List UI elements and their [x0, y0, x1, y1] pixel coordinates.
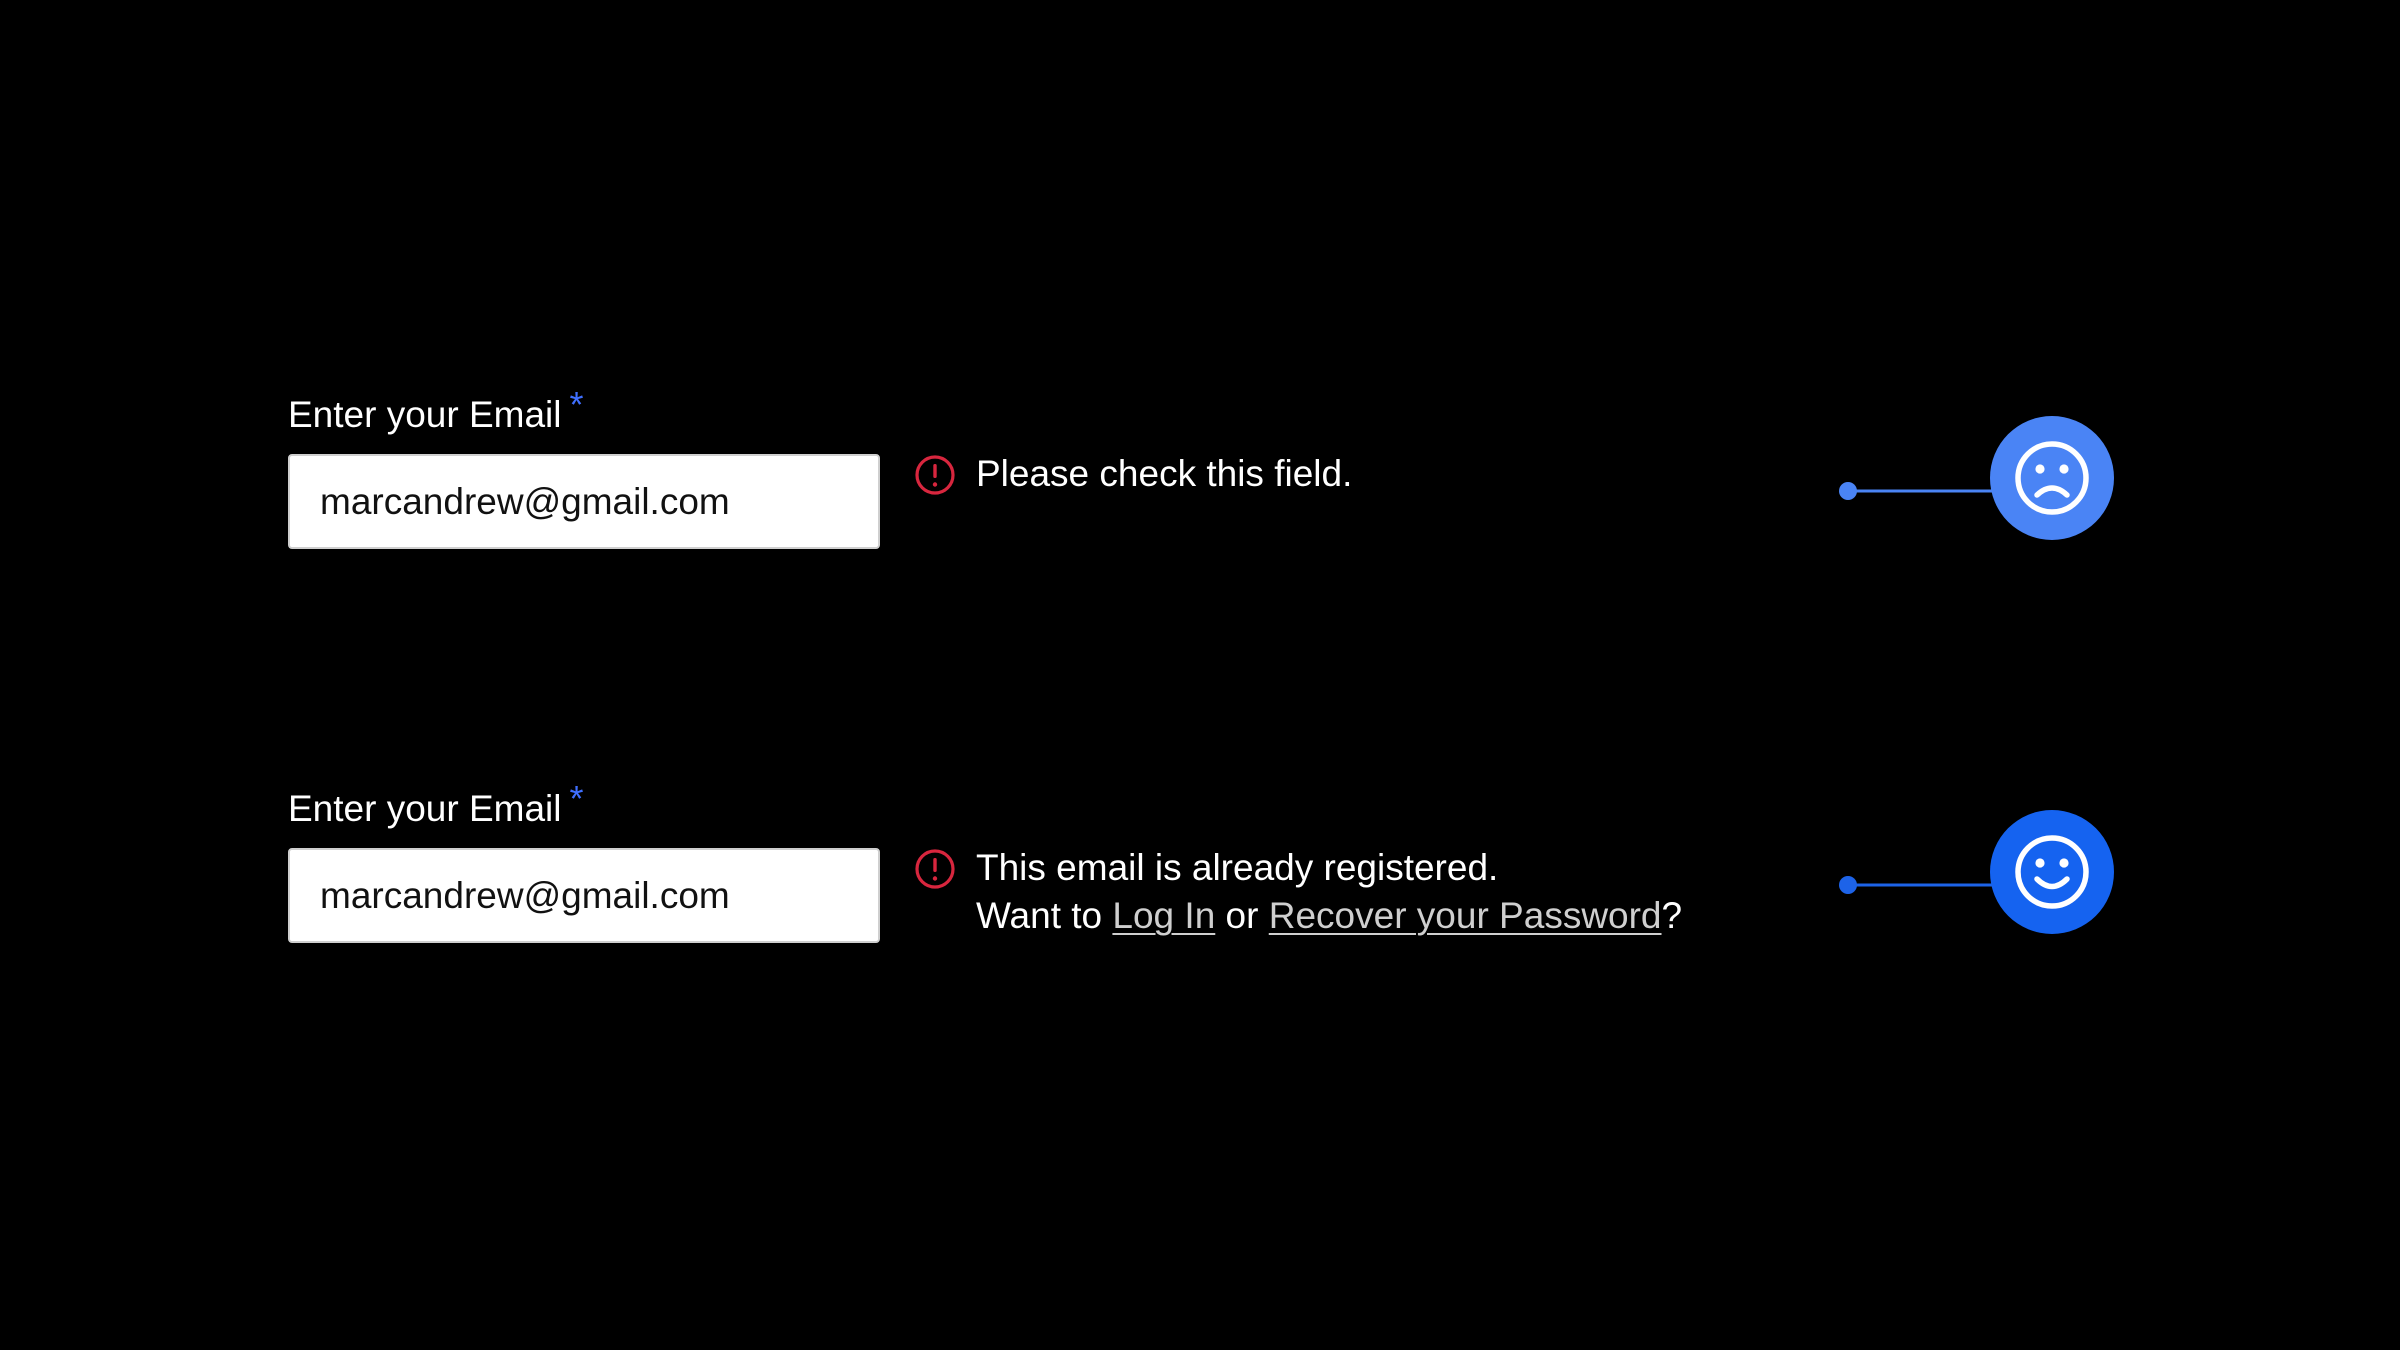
- recover-password-link[interactable]: Recover your Password: [1269, 895, 1662, 936]
- email-input[interactable]: [288, 848, 880, 943]
- error-followup: Want to Log In or Recover your Password?: [976, 892, 1682, 940]
- error-message: This email is already registered. Want t…: [976, 844, 1682, 940]
- error-message-text: Please check this field.: [976, 453, 1353, 494]
- sad-face-icon: [2015, 441, 2089, 515]
- email-label-text: Enter your Email: [288, 788, 562, 829]
- error-message-text: This email is already registered.: [976, 847, 1499, 888]
- email-input[interactable]: [288, 454, 880, 549]
- required-asterisk: *: [569, 778, 584, 819]
- exclamation-circle-icon: [915, 849, 955, 889]
- email-label: Enter your Email *: [288, 384, 584, 440]
- email-label-text: Enter your Email: [288, 394, 562, 435]
- required-asterisk: *: [569, 384, 584, 425]
- followup-suffix: ?: [1661, 895, 1683, 936]
- error-message: Please check this field.: [976, 450, 1352, 498]
- sad-face-badge: [1990, 416, 2114, 540]
- followup-middle: or: [1215, 895, 1269, 936]
- email-field-group-generic-error: Enter your Email* Please check this fiel…: [0, 380, 2400, 580]
- connector-line: [1839, 876, 1996, 894]
- happy-face-icon: [2015, 835, 2089, 909]
- email-label: Enter your Email *: [288, 778, 584, 834]
- exclamation-circle-icon: [915, 455, 955, 495]
- connector-line: [1839, 482, 1996, 500]
- followup-prefix: Want to: [976, 895, 1113, 936]
- login-link[interactable]: Log In: [1112, 895, 1215, 936]
- happy-face-badge: [1990, 810, 2114, 934]
- email-field-group-registered-error: Enter your Email* This email is already …: [0, 774, 2400, 974]
